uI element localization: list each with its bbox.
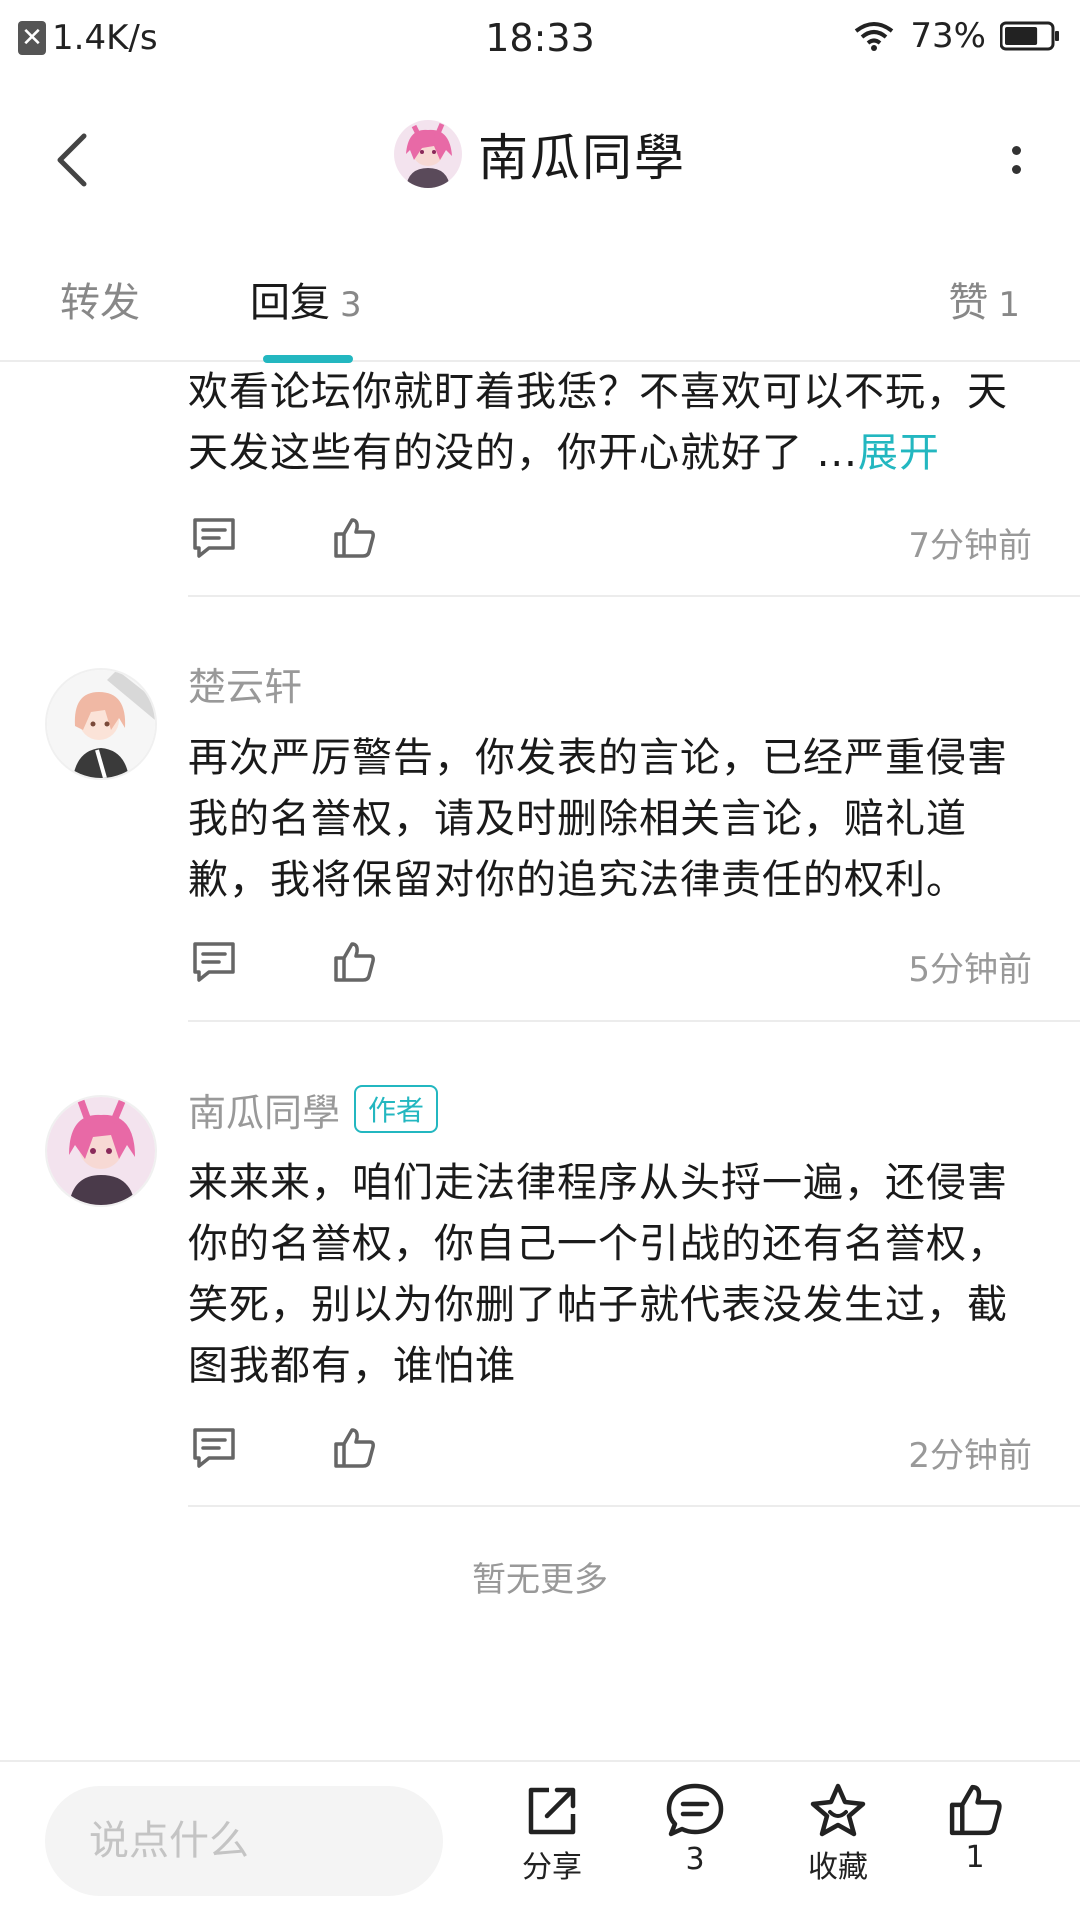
like-button[interactable]: 1 (920, 1782, 1030, 1875)
favorite-label: 收藏 (808, 1850, 868, 1885)
reply-actions (186, 934, 382, 990)
anime-avatar-icon (47, 1097, 155, 1205)
share-icon (528, 1787, 576, 1835)
thumbs-up-icon (334, 1428, 375, 1468)
star-icon (810, 1783, 866, 1837)
reply-timestamp: 5分钟前 (908, 950, 1032, 990)
reply-avatar[interactable] (45, 1095, 157, 1207)
status-bar: ✕ 1.4K/s 18:33 73% (0, 0, 1080, 76)
thumbs-up-icon (334, 942, 375, 982)
comment-bubble-icon (666, 1783, 724, 1837)
comment-count-button[interactable]: 3 (640, 1782, 750, 1877)
reply-text: 再次严厉警告，你发表的言论，已经严重侵害我的名誉权，请及时删除相关言论，赔礼道歉… (188, 735, 1008, 903)
reply-username[interactable]: 楚云轩 (188, 656, 302, 711)
reply-username-row: 南瓜同學 作者 (188, 1082, 439, 1137)
reply-like-button[interactable] (326, 510, 382, 566)
reply-username[interactable]: 南瓜同學 (188, 1091, 340, 1135)
status-right: 73% (854, 16, 1060, 56)
tab-label: 赞 (948, 280, 989, 326)
reply-like-button[interactable] (326, 1420, 382, 1476)
tab-like[interactable]: 赞1 (948, 270, 1020, 328)
battery-icon (1000, 21, 1059, 51)
page-title: 南瓜同學 (478, 129, 686, 187)
divider (188, 1020, 1080, 1022)
divider (188, 595, 1080, 597)
reply-timestamp: 2分钟前 (908, 1436, 1032, 1476)
thumbs-up-icon (949, 1784, 1002, 1836)
battery-percent: 73% (910, 16, 986, 56)
tab-bar: 转发 回复 3 赞1 (0, 250, 1080, 362)
no-more-text: 暂无更多 (472, 1560, 608, 1600)
favorite-button[interactable]: 收藏 (783, 1782, 893, 1886)
more-dot (1011, 165, 1021, 174)
tab-count: 3 (340, 285, 362, 325)
tab-label: 回复 (250, 280, 330, 326)
header-user[interactable]: 南瓜同學 (0, 118, 1080, 190)
reply-actions (186, 1420, 382, 1476)
comment-count: 3 (685, 1842, 705, 1877)
bottom-action-bar: 分享 3 收藏 1 (0, 1760, 1080, 1920)
author-badge: 作者 (354, 1085, 439, 1133)
comment-icon (193, 1428, 235, 1468)
reply-actions (186, 510, 382, 566)
anime-avatar-icon (47, 670, 155, 778)
more-options-button[interactable] (996, 130, 1036, 190)
reply-avatar[interactable] (45, 668, 157, 780)
tab-count: 1 (998, 285, 1020, 325)
share-label: 分享 (522, 1850, 582, 1885)
reply-timestamp: 7分钟前 (908, 526, 1032, 566)
top-nav-bar: 南瓜同學 (0, 100, 1080, 220)
tab-reply[interactable]: 回复 3 (250, 270, 362, 328)
reply-comment-button[interactable] (186, 510, 242, 566)
thumbs-up-icon (334, 518, 375, 558)
reply-comment-button[interactable] (186, 1420, 242, 1476)
reply-comment-button[interactable] (186, 934, 242, 990)
more-dot (1011, 146, 1021, 155)
like-count: 1 (965, 1840, 985, 1875)
wifi-icon (855, 22, 894, 51)
share-button[interactable]: 分享 (497, 1782, 607, 1886)
tab-forward[interactable]: 转发 (60, 270, 140, 328)
expand-link[interactable]: 展开 (858, 430, 940, 476)
reply-like-button[interactable] (326, 934, 382, 990)
reply-text: 来来来，咱们走法律程序从头捋一遍，还侵害你的名誉权，你自己一个引战的还有名誉权，… (188, 1160, 1008, 1389)
header-avatar[interactable] (394, 120, 462, 188)
comment-icon (193, 942, 235, 982)
comment-input[interactable] (45, 1786, 443, 1896)
tab-label: 转发 (60, 280, 140, 326)
reply-text: 欢看论坛你就盯着我恁？不喜欢可以不玩，天天发这些有的没的，你开心就好了 ...展… (188, 362, 1040, 484)
anime-avatar-icon (394, 120, 462, 188)
comment-icon (193, 518, 235, 558)
divider (188, 1505, 1080, 1507)
